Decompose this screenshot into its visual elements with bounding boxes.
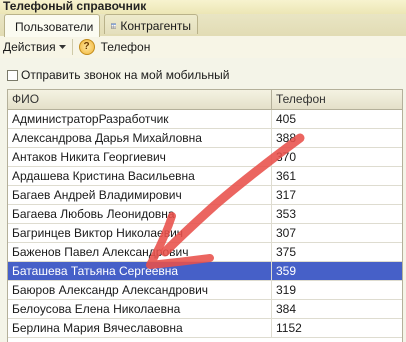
table-row[interactable]: Берлина Мария Вячеславовна 1152	[8, 319, 402, 338]
cell-phone: 384	[276, 302, 297, 316]
table-row[interactable]: Багаев Андрей Владимирович 317	[8, 186, 402, 205]
table-row[interactable]: АдминистраторРазработчик 405	[8, 110, 402, 129]
cell-name: Белоусова Елена Николаевна	[8, 300, 272, 318]
cell-name: Ардашева Кристина Васильевна	[8, 167, 272, 185]
cell-name: Антаков Никита Георгиевич	[8, 148, 272, 166]
tab-contractors-label: Контрагенты	[120, 18, 191, 33]
column-header-phone[interactable]: Телефон	[272, 90, 402, 109]
cell-phone: 361	[276, 169, 297, 183]
tab-users[interactable]: Пользователи	[4, 14, 100, 37]
cell-phone: 317	[276, 188, 297, 202]
cell-name: Берлина Мария Вячеславовна	[8, 319, 272, 337]
column-header-name[interactable]: ФИО	[8, 90, 272, 109]
dropdown-arrow-icon	[58, 45, 66, 49]
table-row-selected[interactable]: Баташева Татьяна Сергеевна 359	[8, 262, 402, 281]
cell-phone: 307	[276, 226, 297, 240]
cell-name: Александрова Дарья Михайловна	[8, 129, 272, 147]
phone-button-label: Телефон	[100, 40, 151, 54]
cell-phone: 353	[276, 207, 297, 221]
table-row[interactable]: Ардашева Кристина Васильевна 361	[8, 167, 402, 186]
table-header: ФИО Телефон	[8, 90, 402, 110]
cell-phone: 359	[276, 264, 297, 278]
phonebook-table: ФИО Телефон АдминистраторРазработчик 405 А…	[7, 89, 403, 342]
cell-phone: 370	[276, 150, 297, 164]
table-row[interactable]: Антаков Никита Георгиевич 370	[8, 148, 402, 167]
table-row[interactable]: Багаева Любовь Леонидовна 353	[8, 205, 402, 224]
actions-label: Действия	[3, 40, 56, 54]
help-icon[interactable]: ?	[78, 39, 95, 55]
toolbar: Действия ? Телефон	[0, 36, 406, 58]
tab-users-label: Пользователи	[15, 20, 94, 34]
grid-icon	[111, 22, 117, 29]
table-row[interactable]: Баженов Павел Александрович 375	[8, 243, 402, 262]
table-row[interactable]: Белоусова Елена Николаевна 384	[8, 300, 402, 319]
cell-name: Баюров Александр Александрович	[8, 281, 272, 299]
cell-phone: 388	[276, 131, 297, 145]
phone-button[interactable]: Телефон	[101, 40, 151, 54]
table-row[interactable]: Багринцев Виктор Николаевич 307	[8, 224, 402, 243]
table-row[interactable]: Баюров Александр Александрович 319	[8, 281, 402, 300]
actions-menu-button[interactable]: Действия	[3, 40, 66, 54]
cell-name: АдминистраторРазработчик	[8, 110, 272, 128]
cell-name: Баташева Татьяна Сергеевна	[8, 262, 272, 280]
send-call-label: Отправить звонок на мой мобильный	[21, 68, 230, 82]
cell-name: Багаев Андрей Владимирович	[8, 186, 272, 204]
tab-contractors[interactable]: Контрагенты	[104, 14, 198, 34]
cell-name: Багринцев Виктор Николаевич	[8, 224, 272, 242]
cell-phone: 375	[276, 245, 297, 259]
cell-phone: 1152	[276, 321, 302, 335]
send-call-checkbox[interactable]	[7, 69, 18, 81]
cell-phone: 319	[276, 283, 297, 297]
send-call-to-mobile-option[interactable]: Отправить звонок на мой мобильный	[7, 68, 229, 82]
cell-phone: 405	[276, 112, 297, 126]
table-row[interactable]: Александрова Дарья Михайловна 388	[8, 129, 402, 148]
window-title: Телефоный справочник	[0, 0, 406, 14]
cell-name: Баженов Павел Александрович	[8, 243, 272, 261]
cell-name: Багаева Любовь Леонидовна	[8, 205, 272, 223]
toolbar-separator	[71, 39, 73, 55]
